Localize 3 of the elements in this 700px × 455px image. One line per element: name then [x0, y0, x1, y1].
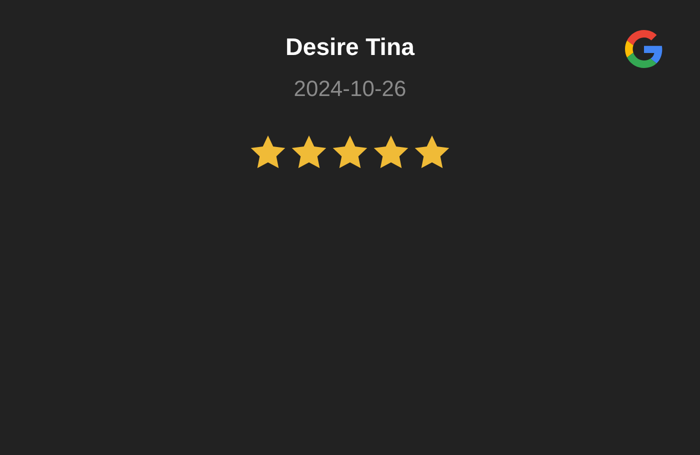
- reviewer-name: Desire Tina: [286, 33, 414, 63]
- review-date: 2024-10-26: [294, 75, 406, 103]
- google-logo-icon: [625, 30, 663, 68]
